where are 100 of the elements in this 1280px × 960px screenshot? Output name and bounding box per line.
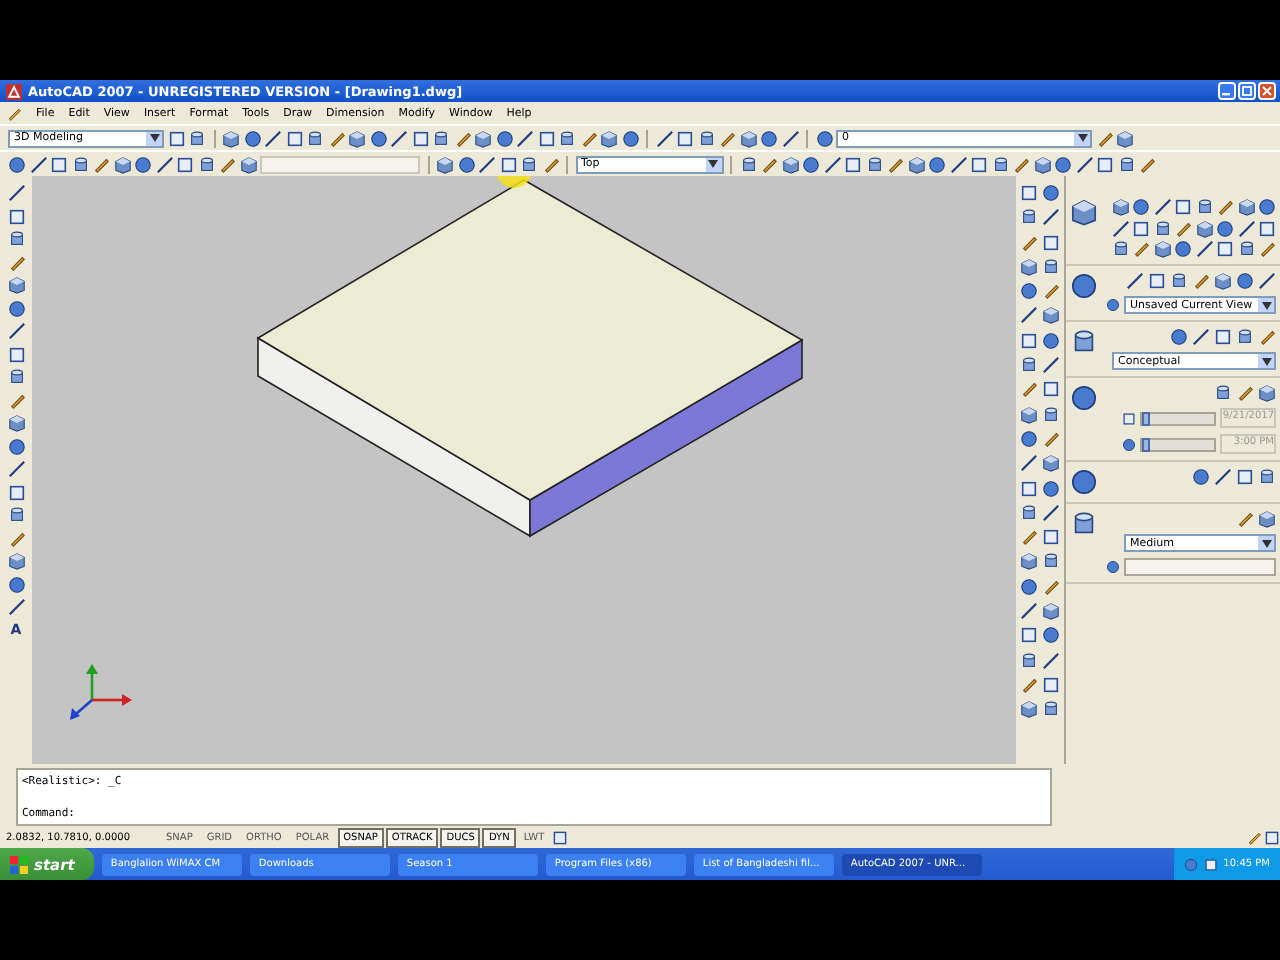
square-icon[interactable] (7, 483, 25, 501)
pencil-icon[interactable] (579, 129, 597, 147)
line-icon[interactable] (1075, 155, 1093, 173)
cube-icon[interactable] (1020, 405, 1038, 424)
pencil-icon[interactable] (1020, 380, 1038, 399)
maximize-button[interactable] (1238, 82, 1256, 100)
cylinder-icon[interactable] (1042, 405, 1060, 424)
pencil-icon[interactable] (1236, 510, 1254, 528)
sphere-icon[interactable] (1216, 219, 1234, 237)
cylinder-icon[interactable] (1258, 468, 1276, 486)
cylinder-icon[interactable] (1042, 700, 1060, 719)
pencil-icon[interactable] (1042, 429, 1060, 448)
square-icon[interactable] (537, 129, 555, 147)
pencil-icon[interactable] (1020, 675, 1038, 694)
square-icon[interactable] (1216, 240, 1234, 258)
sphere-icon[interactable] (495, 129, 513, 147)
square-icon[interactable] (1264, 829, 1280, 845)
cylinder-icon[interactable] (1020, 208, 1038, 227)
square-icon[interactable] (50, 155, 68, 173)
line-icon[interactable] (1195, 240, 1213, 258)
line-icon[interactable] (1020, 454, 1038, 473)
pencil-icon[interactable] (7, 529, 25, 547)
pencil-icon[interactable] (1236, 384, 1254, 402)
sphere-icon[interactable] (1174, 240, 1192, 258)
line-icon[interactable] (1111, 219, 1129, 237)
square-icon[interactable] (1042, 675, 1060, 694)
cylinder-icon[interactable] (306, 129, 324, 147)
line-icon[interactable] (655, 129, 673, 147)
cube-icon[interactable] (1258, 384, 1276, 402)
sphere-icon[interactable] (1020, 577, 1038, 596)
pencil-icon[interactable] (1192, 272, 1210, 290)
sphere-icon[interactable] (1042, 331, 1060, 350)
cylinder-icon[interactable] (71, 155, 89, 173)
cube-icon[interactable] (1111, 198, 1129, 216)
square-icon[interactable] (499, 155, 517, 173)
pencil-icon[interactable] (718, 129, 736, 147)
sphere-icon[interactable] (457, 155, 475, 173)
line-icon[interactable] (478, 155, 496, 173)
cube-icon[interactable] (739, 129, 757, 147)
cylinder-icon[interactable] (1153, 219, 1171, 237)
cube-icon[interactable] (1042, 602, 1060, 621)
sphere-icon[interactable] (760, 129, 778, 147)
line-icon[interactable] (1020, 602, 1038, 621)
line-icon[interactable] (1214, 468, 1232, 486)
line-icon[interactable] (781, 129, 799, 147)
sphere-icon[interactable] (621, 129, 639, 147)
sphere-icon[interactable] (1132, 198, 1150, 216)
pencil-icon[interactable] (1174, 219, 1192, 237)
pencil-icon[interactable] (7, 253, 25, 271)
sphere-icon[interactable] (928, 155, 946, 173)
pencil-icon[interactable] (1042, 577, 1060, 596)
cube-icon[interactable] (348, 129, 366, 147)
cylinder-icon[interactable] (1237, 240, 1255, 258)
cube-icon[interactable] (7, 276, 25, 294)
sphere-icon[interactable] (1042, 479, 1060, 498)
cube-icon[interactable] (1258, 510, 1276, 528)
sphere-icon[interactable] (1258, 198, 1276, 216)
cube-icon[interactable] (1020, 257, 1038, 276)
cylinder-icon[interactable] (865, 155, 883, 173)
square-icon[interactable] (1236, 468, 1254, 486)
cube-icon[interactable] (1020, 552, 1038, 571)
line-icon[interactable] (155, 155, 173, 173)
sphere-icon[interactable] (1020, 429, 1038, 448)
cylinder-icon[interactable] (197, 155, 215, 173)
cylinder-icon[interactable] (558, 129, 576, 147)
line-icon[interactable] (7, 322, 25, 340)
cylinder-icon[interactable] (697, 129, 715, 147)
cube-icon[interactable] (1195, 219, 1213, 237)
line-icon[interactable] (1153, 198, 1171, 216)
output-size-field[interactable] (1124, 558, 1276, 576)
cylinder-icon[interactable] (432, 129, 450, 147)
square-icon[interactable] (1020, 626, 1038, 645)
cube-icon[interactable] (474, 129, 492, 147)
line-icon[interactable] (823, 155, 841, 173)
cube-icon[interactable] (1153, 240, 1171, 258)
pencil-icon[interactable] (1132, 240, 1150, 258)
square-icon[interactable] (7, 345, 25, 363)
square-icon[interactable] (1096, 155, 1114, 173)
slider-thumb[interactable] (1142, 411, 1150, 425)
sphere-icon[interactable] (1236, 272, 1254, 290)
line-icon[interactable] (1042, 651, 1060, 670)
sphere-icon[interactable] (243, 129, 261, 147)
cylinder-icon[interactable] (7, 506, 25, 524)
sphere-icon[interactable] (134, 155, 152, 173)
sphere-icon[interactable] (7, 575, 25, 593)
cylinder-icon[interactable] (1020, 503, 1038, 522)
line-icon[interactable] (1042, 208, 1060, 227)
cylinder-icon[interactable] (1042, 257, 1060, 276)
sphere-icon[interactable] (1192, 468, 1210, 486)
cube-icon[interactable] (1237, 198, 1255, 216)
cube-icon[interactable] (1214, 272, 1232, 290)
slider-thumb[interactable] (1142, 437, 1150, 451)
line-icon[interactable] (1020, 306, 1038, 325)
cylinder-icon[interactable] (1195, 198, 1213, 216)
pencil-icon[interactable] (1020, 528, 1038, 547)
pencil-icon[interactable] (1020, 233, 1038, 252)
minimize-button[interactable] (1218, 82, 1236, 100)
square-icon[interactable] (1258, 219, 1276, 237)
cube-icon[interactable] (239, 155, 257, 173)
cylinder-icon[interactable] (991, 155, 1009, 173)
